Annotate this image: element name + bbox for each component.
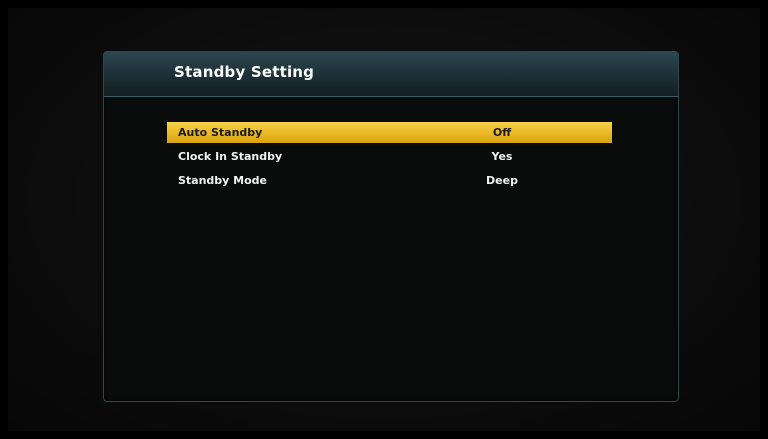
dialog-header: Standby Setting <box>104 52 678 97</box>
setting-row-clock-in-standby[interactable]: Clock In Standby Yes <box>167 146 612 167</box>
setting-value[interactable]: Off <box>467 126 537 139</box>
dialog-title: Standby Setting <box>174 63 315 81</box>
setting-label: Auto Standby <box>178 126 263 139</box>
standby-setting-dialog: Standby Setting Auto Standby Off Clock I… <box>103 51 679 402</box>
setting-row-standby-mode[interactable]: Standby Mode Deep <box>167 170 612 191</box>
setting-label: Standby Mode <box>178 174 268 187</box>
settings-list: Auto Standby Off Clock In Standby Yes St… <box>167 122 612 194</box>
setting-row-auto-standby[interactable]: Auto Standby Off <box>167 122 612 143</box>
setting-value[interactable]: Deep <box>467 174 537 187</box>
screen: Standby Setting Auto Standby Off Clock I… <box>0 0 768 439</box>
setting-label: Clock In Standby <box>178 150 283 163</box>
setting-value[interactable]: Yes <box>467 150 537 163</box>
